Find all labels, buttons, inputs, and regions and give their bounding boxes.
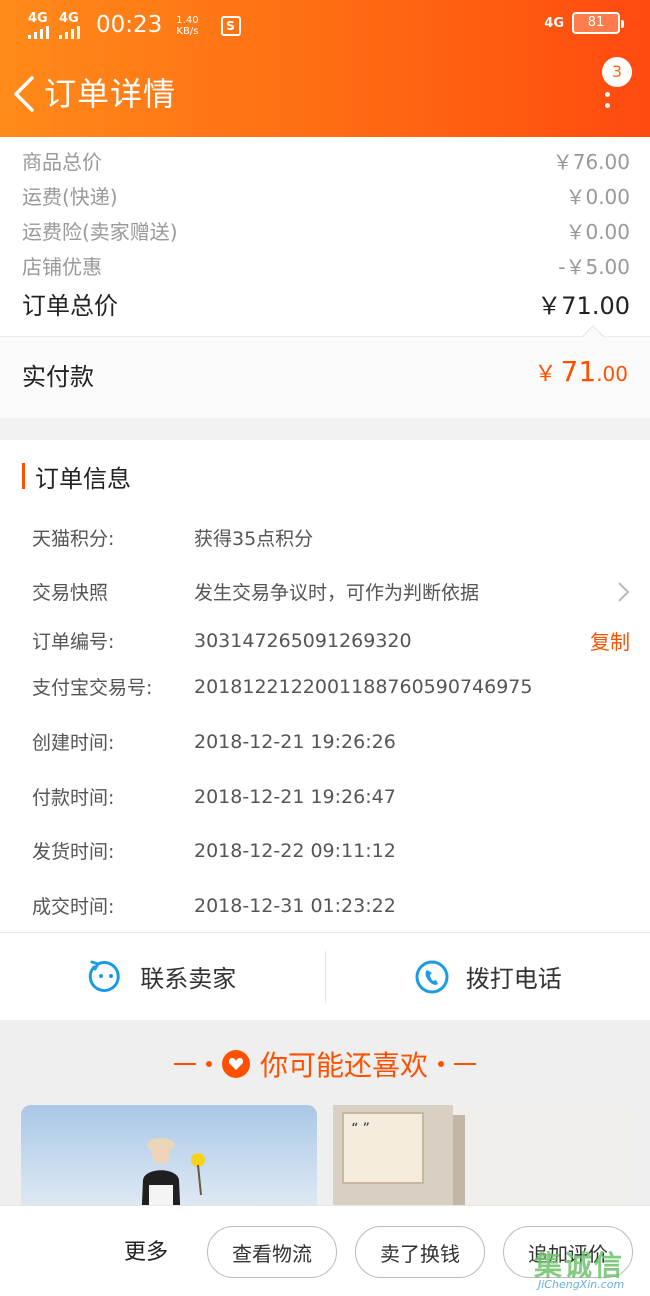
section-divider (0, 418, 650, 440)
order-info-title: 订单信息 (35, 464, 131, 493)
price-value: -￥5.00 (558, 255, 630, 279)
paid-decimal: .00 (596, 362, 628, 386)
signal-1: 4G (28, 12, 49, 39)
info-row-created: 创建时间: 2018-12-21 19:26:26 (32, 728, 630, 755)
top-header: 4G 4G 00:23 1.40 KB/s S 4G 81 订单详情 3 (0, 0, 650, 137)
price-label: 运费险(卖家赠送) (22, 220, 178, 244)
recommendation-title: 你可能还喜欢 (259, 1049, 428, 1082)
notification-s-icon: S (220, 15, 241, 36)
price-label: 运费(快递) (22, 185, 118, 209)
contact-seller-button[interactable]: 联系卖家 (0, 933, 325, 1020)
info-row-shipped: 发货时间: 2018-12-22 09:11:12 (32, 837, 630, 864)
paid-currency: ￥ (534, 362, 557, 387)
contact-bar: 联系卖家 拨打电话 (0, 933, 650, 1020)
price-value: ￥0.00 (565, 220, 630, 244)
info-value: 303147265091269320 (194, 629, 412, 652)
order-info-heading: 订单信息 (22, 460, 131, 493)
call-phone-label: 拨打电话 (465, 965, 562, 993)
info-row-snapshot[interactable]: 交易快照 发生交易争议时，可作为判断依据 (32, 578, 630, 605)
network-speed: 1.40 KB/s (176, 15, 198, 37)
signal-bars-icon (28, 25, 49, 39)
more-menu-icon[interactable] (603, 92, 611, 116)
svg-text:“ ”: “ ” (351, 1121, 370, 1137)
watermark-logo: 集诚信 JiChengXin.com (530, 1244, 650, 1294)
info-value: 2018-12-21 19:26:26 (194, 730, 396, 753)
info-key: 创建时间: (32, 732, 115, 754)
phone-icon (415, 960, 449, 993)
info-key: 交易快照 (32, 582, 109, 604)
info-value: 2018-12-31 01:23:22 (194, 894, 396, 917)
heading-dot (205, 1061, 212, 1067)
info-key: 发货时间: (32, 841, 115, 863)
recommendation-section: 你可能还喜欢 “ ” (0, 1020, 650, 1225)
heading-dot (438, 1061, 444, 1067)
speed-value: 1.40 (176, 14, 199, 26)
clock: 00:23 (96, 12, 163, 38)
paid-amount-row: 实付款 ￥ 71 .00 (0, 336, 650, 418)
message-count-badge[interactable]: 3 (602, 57, 632, 87)
recommendation-heading: 你可能还喜欢 (0, 1044, 650, 1084)
info-row-order-number: 订单编号: 303147265091269320 复制 (32, 626, 630, 655)
info-value: 2018-12-22 09:11:12 (194, 839, 396, 862)
info-key: 订单编号: (32, 631, 115, 653)
price-label: 商品总价 (22, 150, 102, 174)
status-bar: 4G 4G 00:23 1.40 KB/s S 4G 81 (0, 8, 650, 44)
speed-unit: KB/s (176, 25, 199, 37)
info-row-completed: 成交时间: 2018-12-31 01:23:22 (32, 892, 630, 919)
info-value: 获得35点积分 (194, 528, 314, 550)
info-row-alipay: 支付宝交易号: 2018122122001188760590746975 (32, 673, 630, 700)
paid-label: 实付款 (22, 363, 94, 391)
info-value: 发生交易争议时，可作为判断依据 (194, 582, 480, 604)
heading-line-right (454, 1063, 476, 1065)
view-logistics-button[interactable]: 查看物流 (207, 1226, 337, 1278)
order-total-label: 订单总价 (22, 292, 118, 320)
chevron-right-icon (618, 581, 630, 602)
info-key: 天猫积分: (32, 528, 115, 550)
info-value: 2018-12-21 19:26:47 (194, 785, 396, 808)
more-button[interactable]: 更多 (124, 1234, 168, 1266)
signal-2: 4G (59, 12, 80, 39)
heading-accent-bar (22, 463, 25, 489)
watermark-en: JiChengXin.com (538, 1278, 625, 1291)
order-total-row: 订单总价 ￥71.00 (22, 286, 630, 321)
price-row-shipping: 运费(快递) ￥0.00 (22, 181, 630, 210)
paid-amount: ￥ 71 .00 (535, 355, 628, 388)
price-row-discount: 店铺优惠 -￥5.00 (22, 251, 630, 280)
resell-button[interactable]: 卖了换钱 (355, 1226, 485, 1278)
battery-icon: 81 (572, 12, 624, 34)
right-signal-label: 4G (544, 15, 564, 31)
info-row-paid: 付款时间: 2018-12-21 19:26:47 (32, 783, 630, 810)
heading-line-left (173, 1063, 196, 1065)
info-key: 成交时间: (32, 896, 115, 918)
order-total-value: ￥71.00 (537, 292, 630, 320)
price-row-goods: 商品总价 ￥76.00 (22, 146, 630, 175)
battery-level: 81 (587, 15, 605, 30)
signal-2-label: 4G (59, 11, 79, 26)
info-key: 支付宝交易号: (32, 677, 153, 699)
expand-caret-icon (582, 325, 604, 338)
chat-smile-icon (89, 960, 120, 992)
back-arrow-icon[interactable] (10, 76, 40, 112)
copy-button[interactable]: 复制 (590, 626, 630, 655)
signal-1-label: 4G (28, 11, 48, 26)
price-label: 店铺优惠 (22, 255, 102, 279)
price-row-insurance: 运费险(卖家赠送) ￥0.00 (22, 216, 630, 245)
page-title: 订单详情 (44, 75, 177, 113)
paid-integer: 71 (560, 355, 597, 388)
price-value: ￥76.00 (552, 150, 630, 174)
signal-bars-icon (59, 25, 80, 39)
info-value: 2018122122001188760590746975 (194, 675, 533, 698)
heart-icon (221, 1050, 250, 1078)
price-value: ￥0.00 (565, 185, 630, 209)
info-key: 付款时间: (32, 787, 115, 809)
contact-seller-label: 联系卖家 (140, 965, 237, 993)
info-row-points: 天猫积分: 获得35点积分 (32, 524, 630, 551)
call-phone-button[interactable]: 拨打电话 (326, 933, 650, 1020)
